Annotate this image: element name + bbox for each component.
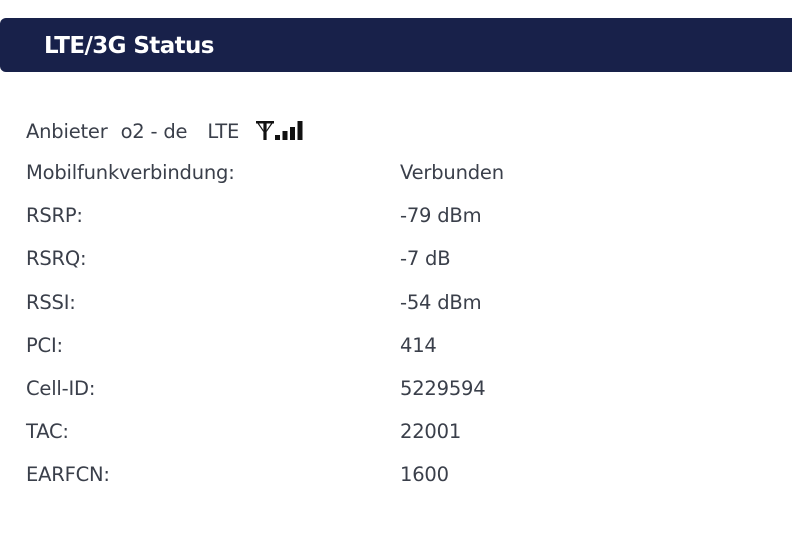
signal-bar [297, 121, 303, 140]
status-label: Cell-ID: [26, 376, 96, 400]
status-value: Verbunden [400, 161, 504, 184]
status-row: Cell-ID: 5229594 [26, 367, 766, 410]
status-row: EARFCN: 1600 [26, 453, 766, 496]
section-title: LTE/3G Status [44, 33, 214, 59]
status-label: PCI: [26, 333, 63, 357]
status-row: TAC: 22001 [26, 410, 766, 453]
network-technology: LTE [207, 119, 240, 143]
status-value: -7 dB [400, 247, 451, 271]
status-label: RSRP: [26, 204, 83, 228]
status-label: RSRQ: [26, 247, 87, 271]
antenna-icon [256, 121, 275, 140]
status-row: PCI: 414 [26, 324, 766, 367]
status-table: Mobilfunkverbindung: Verbunden RSRP: -79 dB… [26, 151, 766, 497]
status-value: 414 [400, 333, 437, 357]
status-value: 5229594 [400, 376, 486, 400]
signal-strength-icon [255, 118, 309, 144]
provider-label: Anbieter [26, 119, 108, 143]
provider-row: Anbieter o2 - de LTE [26, 117, 309, 145]
section-header: LTE/3G Status [0, 18, 792, 72]
status-value: -79 dBm [400, 204, 482, 228]
signal-bar [275, 135, 281, 140]
signal-bar [282, 131, 288, 140]
signal-bars [275, 121, 303, 140]
status-label: TAC: [26, 420, 69, 444]
signal-strength-svg [256, 121, 303, 140]
provider-name: o2 - de [120, 119, 188, 143]
status-label: RSSI: [26, 290, 76, 314]
signal-bar [290, 127, 296, 140]
status-row: Mobilfunkverbindung: Verbunden [26, 151, 766, 194]
status-label: EARFCN: [26, 463, 110, 487]
status-row: RSRQ: -7 dB [26, 237, 766, 280]
status-label: Mobilfunkverbindung: [26, 161, 235, 184]
status-value: -54 dBm [400, 290, 482, 314]
status-value: 22001 [400, 420, 462, 444]
status-value: 1600 [400, 463, 449, 487]
status-row: RSRP: -79 dBm [26, 194, 766, 237]
status-row: RSSI: -54 dBm [26, 281, 766, 324]
